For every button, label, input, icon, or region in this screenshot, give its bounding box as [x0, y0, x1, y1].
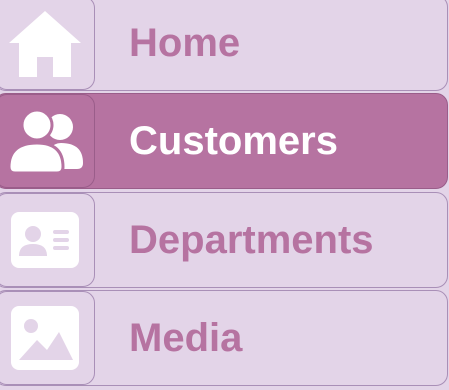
menu-item-customers[interactable]: Customers — [0, 93, 448, 189]
menu-item-label: Departments — [129, 218, 374, 262]
home-icon-box — [0, 0, 95, 90]
id-card-icon — [5, 204, 85, 276]
menu-item-label: Home — [129, 21, 241, 65]
users-icon — [5, 105, 85, 177]
sidebar-menu: Home Customers Departments Media — [0, 0, 449, 390]
menu-item-departments[interactable]: Departments — [0, 192, 448, 288]
menu-item-media[interactable]: Media — [0, 290, 448, 386]
menu-item-label: Media — [129, 316, 243, 360]
users-icon-box — [0, 94, 95, 188]
id-card-icon-box — [0, 193, 95, 287]
menu-item-label: Customers — [129, 119, 338, 163]
home-icon — [5, 7, 85, 79]
image-icon-box — [0, 291, 95, 385]
image-icon — [5, 302, 85, 374]
menu-item-home[interactable]: Home — [0, 0, 448, 91]
